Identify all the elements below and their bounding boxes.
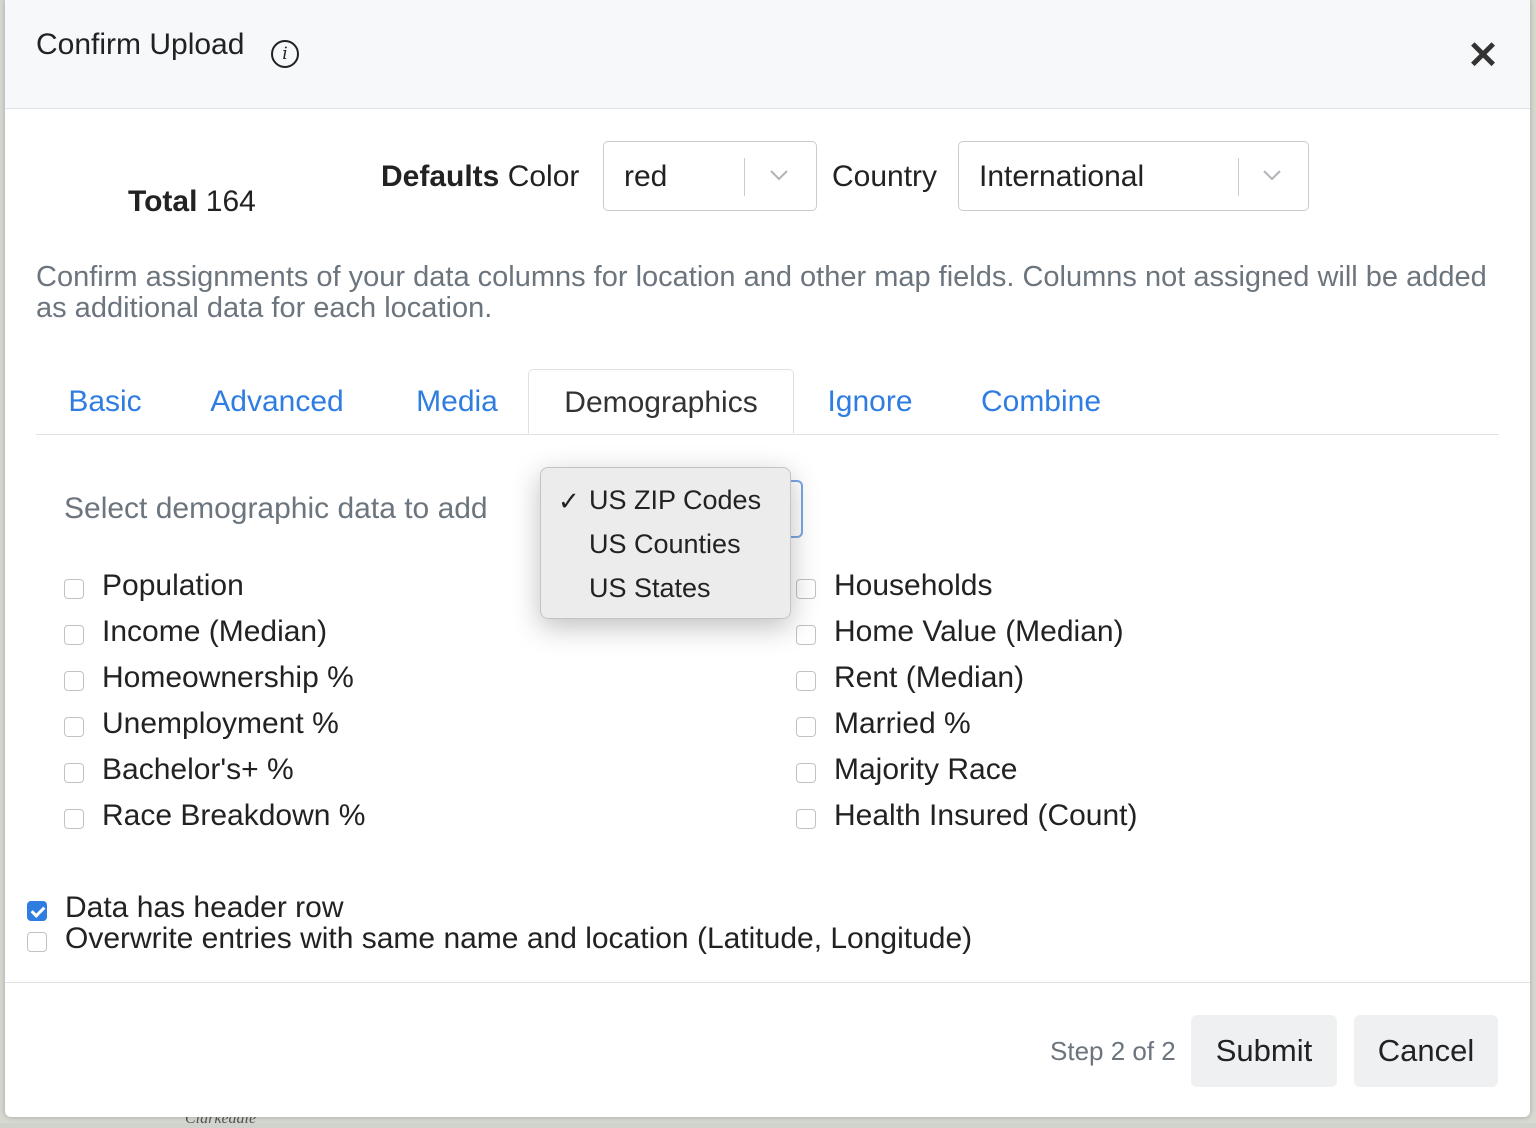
- cancel-button[interactable]: Cancel: [1354, 1015, 1498, 1087]
- chevron-down-icon: [1263, 170, 1281, 181]
- checkbox[interactable]: [64, 579, 84, 599]
- country-label: Country: [832, 160, 938, 193]
- dropdown-option-us-zip-codes[interactable]: US ZIP Codes: [589, 485, 761, 516]
- demographic-source-dropdown: ✓ US ZIP Codes US Counties US States: [540, 467, 791, 619]
- checkbox-label: Households: [834, 569, 993, 602]
- checkbox-label: Rent (Median): [834, 661, 1025, 694]
- submit-button[interactable]: Submit: [1191, 1015, 1337, 1087]
- tab-ignore[interactable]: Ignore: [814, 369, 926, 433]
- defaults-color-label: Defaults Color: [381, 160, 579, 194]
- checkbox-label: Race Breakdown %: [102, 799, 366, 832]
- checkbox-label: Income (Median): [102, 615, 328, 648]
- tab-combine[interactable]: Combine: [966, 369, 1116, 433]
- checkbox[interactable]: [64, 763, 84, 783]
- modal-title: Confirm Upload: [36, 28, 245, 61]
- checkbox-label: Unemployment %: [102, 707, 339, 740]
- checkbox[interactable]: [27, 932, 47, 952]
- defaults-label: Defaults: [381, 160, 500, 193]
- color-select[interactable]: red: [603, 141, 817, 211]
- tab-bar: Basic Advanced Media Demographics Ignore…: [36, 369, 1499, 435]
- checkbox[interactable]: [796, 763, 816, 783]
- confirm-upload-modal: Confirm Upload i ✕ Total 164 Defaults Co…: [5, 0, 1530, 1117]
- chevron-down-icon: [770, 170, 788, 181]
- checkbox[interactable]: [64, 625, 84, 645]
- close-icon[interactable]: ✕: [1462, 36, 1504, 78]
- assignment-description: Confirm assignments of your data columns…: [36, 261, 1487, 324]
- checkbox-label: Bachelor's+ %: [102, 753, 294, 786]
- select-separator: [744, 158, 745, 196]
- dropdown-option-us-states[interactable]: US States: [589, 573, 711, 604]
- modal-header: Confirm Upload i ✕: [5, 0, 1530, 109]
- checkbox-label: Majority Race: [834, 753, 1018, 786]
- checkbox[interactable]: [27, 901, 47, 921]
- tab-basic[interactable]: Basic: [36, 369, 174, 433]
- color-select-value: red: [624, 160, 668, 193]
- checkbox[interactable]: [64, 671, 84, 691]
- checkbox-label: Home Value (Median): [834, 615, 1124, 648]
- total-count: Total 164: [128, 185, 256, 219]
- select-separator: [1238, 158, 1239, 196]
- checkbox[interactable]: [796, 717, 816, 737]
- tab-advanced[interactable]: Advanced: [194, 369, 360, 433]
- checkbox[interactable]: [796, 579, 816, 599]
- checkbox[interactable]: [796, 809, 816, 829]
- footer-divider: [5, 982, 1530, 983]
- total-label: Total: [128, 185, 198, 218]
- checkbox[interactable]: [64, 717, 84, 737]
- step-indicator: Step 2 of 2: [1050, 1036, 1176, 1066]
- country-select-value: International: [979, 160, 1145, 193]
- checkbox-label: Married %: [834, 707, 971, 740]
- checkbox-label: Health Insured (Count): [834, 799, 1138, 832]
- info-icon[interactable]: i: [271, 40, 299, 68]
- checkbox-label: Data has header row: [65, 891, 344, 924]
- dropdown-option-us-counties[interactable]: US Counties: [589, 529, 741, 560]
- checkbox-label: Population: [102, 569, 244, 602]
- checkbox[interactable]: [796, 671, 816, 691]
- checkbox-label: Overwrite entries with same name and loc…: [65, 922, 973, 955]
- tab-media[interactable]: Media: [396, 369, 518, 433]
- checkbox-label: Homeownership %: [102, 661, 354, 694]
- color-label: Color: [507, 160, 580, 193]
- demographic-select-label: Select demographic data to add: [64, 492, 488, 525]
- checkmark-icon: ✓: [558, 486, 580, 516]
- checkbox[interactable]: [64, 809, 84, 829]
- checkbox[interactable]: [796, 625, 816, 645]
- total-value: 164: [205, 185, 256, 218]
- tab-demographics[interactable]: Demographics: [528, 369, 794, 434]
- country-select[interactable]: International: [958, 141, 1309, 211]
